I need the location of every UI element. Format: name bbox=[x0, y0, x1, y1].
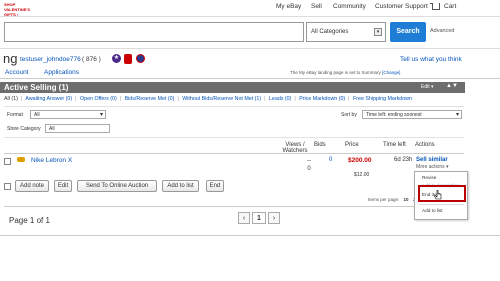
bids-value[interactable]: 0 bbox=[329, 157, 332, 163]
end-button[interactable]: End bbox=[206, 180, 224, 192]
divider bbox=[0, 16, 500, 17]
change-link[interactable]: [Change] bbox=[382, 70, 400, 75]
divider bbox=[0, 78, 500, 79]
format-label: Format bbox=[7, 112, 23, 118]
select-all-checkbox[interactable] bbox=[4, 183, 11, 190]
star-icon: ★ bbox=[112, 54, 121, 63]
chevron-down-icon: ▾ bbox=[374, 28, 382, 36]
watchers-value: 0 bbox=[307, 166, 311, 172]
nav-community[interactable]: Community bbox=[333, 3, 366, 10]
col-bids[interactable]: Bids bbox=[314, 142, 326, 148]
filter-bids-reserve-met[interactable]: Bids/Reserve Met (0) bbox=[125, 96, 175, 102]
add-to-list-button[interactable]: Add to list bbox=[162, 180, 199, 192]
category-value: All Categories bbox=[311, 29, 349, 35]
items-per-page-label: Items per page: bbox=[368, 197, 400, 202]
active-selling-header bbox=[0, 82, 465, 93]
filter-all[interactable]: All (1) bbox=[4, 96, 18, 102]
shipping-value: $12.00 bbox=[354, 172, 370, 178]
filter-free-shipping[interactable]: Free Shipping Markdown bbox=[353, 96, 412, 102]
filter-open-offers[interactable]: Open Offers (0) bbox=[80, 96, 117, 102]
search-button[interactable]: Search bbox=[390, 22, 426, 42]
filter-without-bids[interactable]: Without Bids/Reserve Not Met (1) bbox=[182, 96, 261, 102]
divider bbox=[0, 48, 500, 49]
col-time-left[interactable]: Time left bbox=[383, 142, 406, 148]
sell-similar-link[interactable]: Sell similar bbox=[416, 157, 448, 163]
hand-cursor-icon bbox=[434, 190, 442, 200]
next-page-button[interactable]: › bbox=[268, 212, 280, 224]
prev-page-button[interactable]: ‹ bbox=[238, 212, 250, 224]
add-note-button[interactable]: Add note bbox=[15, 180, 49, 192]
format-value: All bbox=[34, 112, 40, 118]
ipp-10[interactable]: 10 bbox=[404, 197, 409, 202]
send-to-auction-button[interactable]: Send To Online Auction bbox=[77, 180, 157, 192]
price-value: $200.00 bbox=[348, 157, 372, 164]
nav-cart[interactable]: Cart bbox=[444, 3, 456, 10]
divider bbox=[4, 106, 464, 107]
nav-my-ebay[interactable]: My eBay bbox=[276, 3, 301, 10]
seller-badge-icon bbox=[124, 54, 132, 64]
sort-label: Sort by bbox=[341, 112, 357, 118]
sort-select[interactable]: Time left: ending soonest bbox=[362, 110, 462, 119]
item-title-link[interactable]: Nike Lebron X bbox=[31, 157, 72, 164]
time-left-value: 6d 23h bbox=[394, 157, 413, 163]
feedback-link[interactable]: Tell us what you think bbox=[400, 56, 462, 63]
key-icon bbox=[17, 157, 25, 162]
tab-account[interactable]: Account bbox=[5, 69, 29, 76]
row-checkbox[interactable] bbox=[4, 158, 11, 165]
col-actions: Actions bbox=[415, 142, 435, 148]
highlight-annotation bbox=[418, 185, 466, 202]
filter-awaiting-answer[interactable]: Awaiting Answer (0) bbox=[25, 96, 72, 102]
menu-divider bbox=[418, 204, 464, 205]
landing-note: The My eBay landing page is set to Summa… bbox=[290, 70, 400, 75]
divider bbox=[4, 137, 464, 138]
store-category-select[interactable]: All bbox=[45, 124, 110, 133]
valentines-promo[interactable]: SHOP VALENTINE'S GIFTS › bbox=[4, 2, 44, 17]
section-title: Active Selling (1) bbox=[4, 83, 69, 92]
filter-leads[interactable]: Leads (0) bbox=[269, 96, 291, 102]
filter-price-markdown[interactable]: Price Markdown (0) bbox=[299, 96, 345, 102]
advanced-search-link[interactable]: Advanced bbox=[430, 28, 454, 34]
collapse-arrows-icon[interactable]: ▲▼ bbox=[446, 83, 458, 89]
divider bbox=[4, 206, 464, 207]
views-watchers-value: -- 0 bbox=[307, 157, 311, 173]
divider bbox=[0, 235, 500, 236]
tab-applications[interactable]: Applications bbox=[44, 69, 79, 76]
cart-icon[interactable] bbox=[430, 3, 440, 10]
search-input[interactable] bbox=[4, 22, 304, 42]
store-category-label: Store Category bbox=[7, 126, 41, 132]
more-actions-dropdown[interactable]: More actions ▾ bbox=[416, 164, 449, 170]
menu-revise[interactable]: Revise bbox=[422, 175, 436, 180]
feedback-score[interactable]: ( 876 ) bbox=[82, 56, 101, 63]
divider bbox=[4, 153, 464, 154]
username-link[interactable]: testuser_johndoe776 bbox=[20, 56, 81, 63]
nav-sell[interactable]: Sell bbox=[311, 3, 322, 10]
nav-customer-support[interactable]: Customer Support bbox=[375, 3, 428, 10]
edit-menu[interactable]: Edit ▾ bbox=[421, 84, 434, 90]
edit-button[interactable]: Edit bbox=[54, 180, 72, 192]
page-title: ng bbox=[3, 51, 18, 66]
views-value: -- bbox=[307, 158, 311, 164]
menu-add-to-list[interactable]: Add to list bbox=[422, 208, 443, 213]
power-seller-icon bbox=[136, 54, 145, 63]
landing-note-text: The My eBay landing page is set to Summa… bbox=[290, 70, 381, 75]
format-select[interactable]: All bbox=[30, 110, 106, 119]
category-select[interactable]: All Categories ▾ bbox=[306, 22, 386, 42]
page-1-button[interactable]: 1 bbox=[252, 212, 266, 224]
col-price[interactable]: Price bbox=[345, 142, 359, 148]
filter-bar: All (1) | Awaiting Answer (0) | Open Offer… bbox=[4, 96, 412, 102]
page-indicator: Page 1 of 1 bbox=[9, 216, 50, 225]
